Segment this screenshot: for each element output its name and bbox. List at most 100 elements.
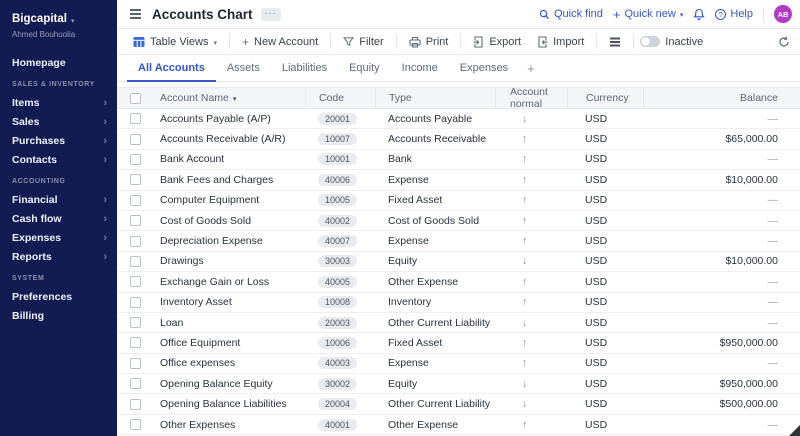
new-account-button[interactable]: + New Account bbox=[236, 32, 324, 52]
column-header-name[interactable]: Account Name bbox=[152, 92, 305, 104]
rows-icon bbox=[609, 37, 621, 47]
table-row[interactable]: Other Expenses 40001 Other Expense ↑ USD… bbox=[117, 415, 800, 435]
divider bbox=[596, 34, 597, 49]
row-checkbox[interactable] bbox=[130, 195, 141, 206]
row-checkbox[interactable] bbox=[130, 134, 141, 145]
refresh-button[interactable] bbox=[778, 36, 790, 48]
row-checkbox[interactable] bbox=[130, 378, 141, 389]
avatar[interactable]: AB bbox=[774, 5, 792, 23]
row-checkbox[interactable] bbox=[130, 215, 141, 226]
table-row[interactable]: Depreciation Expense 40007 Expense ↑ USD… bbox=[117, 231, 800, 251]
sidebar-item[interactable]: Financial bbox=[0, 190, 117, 209]
table-row[interactable]: Inventory Asset 10008 Inventory ↑ USD — bbox=[117, 293, 800, 313]
tab[interactable]: All Accounts bbox=[127, 55, 216, 82]
sidebar-item-label: Contacts bbox=[12, 154, 57, 166]
column-header-type[interactable]: Type bbox=[375, 88, 495, 108]
currency-cell: USD bbox=[567, 174, 643, 186]
add-tab-button[interactable]: + bbox=[519, 55, 543, 81]
row-checkbox[interactable] bbox=[130, 276, 141, 287]
sidebar-item[interactable]: Contacts bbox=[0, 150, 117, 169]
row-density-button[interactable] bbox=[603, 32, 627, 52]
account-type-cell: Other Expense bbox=[375, 276, 495, 288]
row-checkbox[interactable] bbox=[130, 154, 141, 165]
column-header-normal[interactable]: Account normal bbox=[495, 88, 567, 108]
currency-cell: USD bbox=[567, 215, 643, 227]
balance-cell: — bbox=[643, 215, 800, 227]
sidebar-item[interactable]: Billing bbox=[0, 306, 117, 325]
sidebar-item[interactable]: Cash flow bbox=[0, 209, 117, 228]
table-row[interactable]: Opening Balance Liabilities 20004 Other … bbox=[117, 394, 800, 414]
row-checkbox[interactable] bbox=[130, 174, 141, 185]
currency-cell: USD bbox=[567, 133, 643, 145]
plus-icon: + bbox=[613, 8, 621, 21]
hamburger-icon[interactable] bbox=[127, 6, 144, 21]
bell-icon[interactable] bbox=[693, 8, 705, 21]
table-row[interactable]: Accounts Payable (A/P) 20001 Accounts Pa… bbox=[117, 109, 800, 129]
more-button[interactable]: ··· bbox=[261, 8, 281, 21]
row-checkbox[interactable] bbox=[130, 317, 141, 328]
account-code-badge: 40005 bbox=[318, 276, 357, 288]
tab[interactable]: Equity bbox=[338, 55, 391, 82]
row-checkbox[interactable] bbox=[130, 358, 141, 369]
account-type-cell: Other Current Liability bbox=[375, 317, 495, 329]
sidebar-item[interactable]: Homepage bbox=[0, 53, 117, 72]
sidebar-item[interactable]: Items bbox=[0, 93, 117, 112]
tab[interactable]: Income bbox=[391, 55, 449, 82]
account-type-cell: Expense bbox=[375, 235, 495, 247]
quick-new-button[interactable]: + Quick new bbox=[613, 8, 683, 21]
tab[interactable]: Expenses bbox=[449, 55, 519, 82]
quick-find-button[interactable]: Quick find bbox=[539, 8, 603, 20]
table-row[interactable]: Office expenses 40003 Expense ↑ USD — bbox=[117, 354, 800, 374]
table-row[interactable]: Exchange Gain or Loss 40005 Other Expens… bbox=[117, 272, 800, 292]
export-button[interactable]: Export bbox=[467, 32, 527, 52]
table-row[interactable]: Drawings 30003 Equity ↓ USD $10,000.00 bbox=[117, 252, 800, 272]
sidebar-item[interactable]: Preferences bbox=[0, 287, 117, 306]
caret-down-icon bbox=[71, 10, 75, 28]
row-checkbox[interactable] bbox=[130, 236, 141, 247]
sidebar-item[interactable]: Sales bbox=[0, 112, 117, 131]
row-checkbox[interactable] bbox=[130, 256, 141, 267]
table-row[interactable]: Accounts Receivable (A/R) 10007 Accounts… bbox=[117, 129, 800, 149]
caret-down-icon bbox=[214, 36, 218, 48]
sidebar-item[interactable]: Expenses bbox=[0, 228, 117, 247]
sidebar-item-label: Items bbox=[12, 97, 39, 109]
import-button[interactable]: Import bbox=[531, 32, 590, 52]
currency-cell: USD bbox=[567, 113, 643, 125]
column-header-balance[interactable]: Balance bbox=[643, 88, 800, 108]
table-row[interactable]: Loan 20003 Other Current Liability ↓ USD… bbox=[117, 313, 800, 333]
table-row[interactable]: Opening Balance Equity 30002 Equity ↓ US… bbox=[117, 374, 800, 394]
topbar: Accounts Chart ··· Quick find + Quick ne… bbox=[117, 0, 800, 28]
sidebar-item-label: SYSTEM bbox=[12, 275, 44, 282]
sidebar-item[interactable]: Purchases bbox=[0, 131, 117, 150]
table-row[interactable]: Computer Equipment 10005 Fixed Asset ↑ U… bbox=[117, 191, 800, 211]
row-checkbox[interactable] bbox=[130, 113, 141, 124]
account-name-cell: Bank Fees and Charges bbox=[152, 174, 305, 186]
sidebar-item[interactable]: Reports bbox=[0, 247, 117, 266]
account-type-cell: Inventory bbox=[375, 296, 495, 308]
sidebar-item: SALES & INVENTORY bbox=[0, 76, 117, 93]
print-button[interactable]: Print bbox=[403, 32, 455, 52]
help-button[interactable]: ? Help bbox=[715, 8, 753, 20]
tab-label: Income bbox=[402, 62, 438, 74]
brand-menu[interactable]: Bigcapital bbox=[0, 0, 117, 28]
inactive-toggle[interactable] bbox=[640, 36, 660, 47]
tab[interactable]: Assets bbox=[216, 55, 271, 82]
table-row[interactable]: Bank Account 10001 Bank ↑ USD — bbox=[117, 150, 800, 170]
row-checkbox[interactable] bbox=[130, 337, 141, 348]
filter-button[interactable]: Filter bbox=[337, 32, 389, 52]
account-code-badge: 40007 bbox=[318, 235, 357, 247]
select-all-checkbox[interactable] bbox=[130, 93, 141, 104]
table-views-button[interactable]: Table Views bbox=[127, 32, 223, 52]
print-icon bbox=[409, 36, 421, 48]
column-header-currency[interactable]: Currency bbox=[567, 88, 643, 108]
row-checkbox[interactable] bbox=[130, 399, 141, 410]
table-row[interactable]: Cost of Goods Sold 40002 Cost of Goods S… bbox=[117, 211, 800, 231]
table-row[interactable]: Office Equipment 10006 Fixed Asset ↑ USD… bbox=[117, 333, 800, 353]
row-checkbox[interactable] bbox=[130, 297, 141, 308]
row-checkbox[interactable] bbox=[130, 419, 141, 430]
column-header-code[interactable]: Code bbox=[305, 88, 375, 108]
table-row[interactable]: Bank Fees and Charges 40006 Expense ↑ US… bbox=[117, 170, 800, 190]
tab[interactable]: Liabilities bbox=[271, 55, 338, 82]
currency-cell: USD bbox=[567, 194, 643, 206]
help-label: Help bbox=[730, 8, 753, 20]
